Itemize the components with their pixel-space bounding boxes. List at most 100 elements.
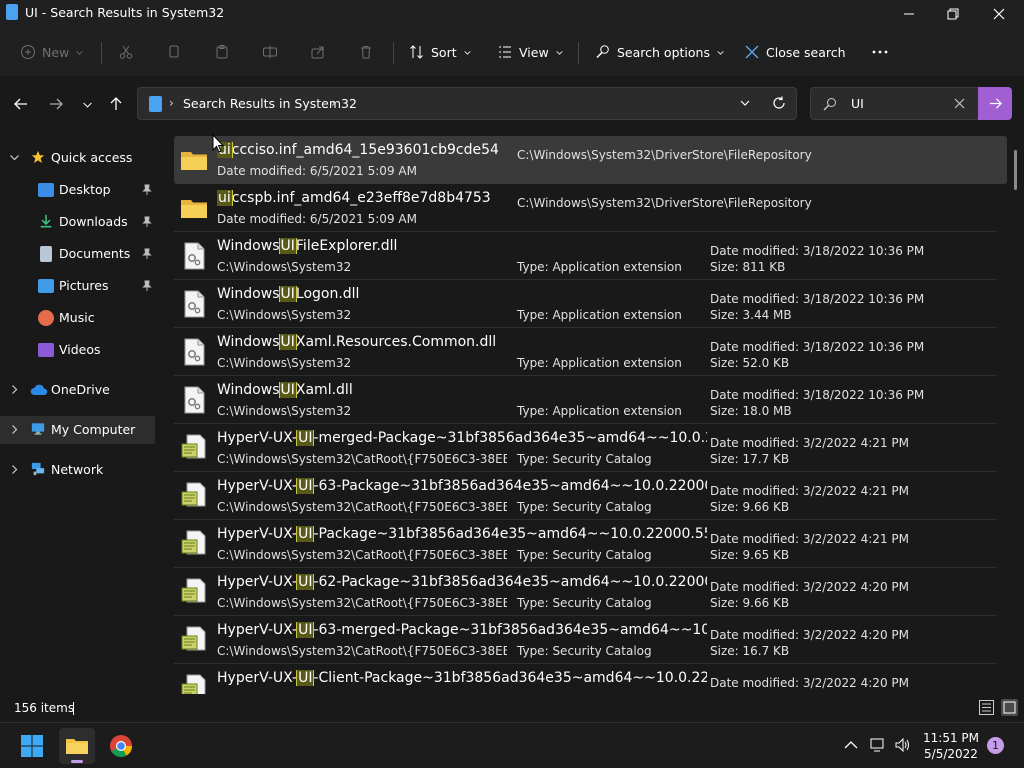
pin-icon[interactable]	[141, 280, 153, 292]
address-history-chevron-icon[interactable]	[739, 97, 751, 109]
sort-button[interactable]: Sort	[409, 39, 472, 65]
start-button[interactable]	[16, 730, 48, 762]
pin-icon[interactable]	[141, 248, 153, 260]
date-modified-label: Date modified:	[710, 244, 800, 258]
view-button[interactable]: View	[497, 39, 564, 65]
name-prefix: Windows	[217, 382, 280, 398]
chevron-down-icon[interactable]	[9, 152, 20, 163]
chevron-right-icon[interactable]	[9, 464, 20, 475]
security-catalog-icon	[181, 674, 206, 694]
rename-icon	[263, 46, 277, 58]
close-search-button[interactable]: Close search	[744, 39, 846, 65]
size-label: Size:	[710, 452, 739, 466]
rename-button[interactable]	[262, 39, 278, 65]
date-value: 3/18/2022 10:36 PM	[802, 244, 925, 258]
details-view-icon[interactable]	[979, 700, 994, 715]
type-label: Type:	[517, 548, 549, 562]
recent-locations-button[interactable]	[75, 92, 99, 116]
sidebar-item-desktop[interactable]: Desktop	[0, 176, 155, 204]
taskbar-file-explorer[interactable]	[59, 728, 95, 764]
cloud-icon	[30, 384, 48, 395]
result-size: Size: 18.0 MB	[710, 404, 792, 418]
taskbar-chrome[interactable]	[105, 730, 137, 762]
search-results-list: ui ccciso.inf_amd64_15e93601cb9cde54 Date …	[160, 132, 1024, 694]
date-value: 3/18/2022 10:36 PM	[802, 388, 925, 402]
vertical-scrollbar[interactable]	[1014, 150, 1017, 190]
result-date-modified: Date modified: 6/5/2021 5:09 AM	[217, 212, 507, 226]
search-input[interactable]: UI	[851, 96, 864, 111]
restore-button[interactable]	[930, 0, 976, 28]
network-tray-icon[interactable]	[870, 737, 886, 753]
type-value: Application extension	[552, 308, 682, 322]
chevron-right-icon[interactable]	[9, 424, 20, 435]
search-box[interactable]: UI	[810, 87, 1012, 120]
pin-icon[interactable]	[141, 216, 153, 228]
name-suffix: -Package~31bf3856ad364e35~amd64~~10.0.22…	[313, 526, 707, 542]
notification-badge[interactable]: 1	[987, 737, 1004, 754]
copy-button[interactable]	[166, 39, 182, 65]
sidebar-item-label: My Computer	[51, 422, 136, 437]
result-row[interactable]: HyperV-UX-UI-Package~31bf3856ad364e35~am…	[174, 520, 997, 568]
result-name: HyperV-UX-UI-Client-Package~31bf3856ad36…	[217, 670, 707, 686]
forward-button[interactable]	[44, 92, 68, 116]
scissors-icon	[119, 45, 133, 59]
result-row[interactable]: HyperV-UX-UI-62-Package~31bf3856ad364e35…	[174, 568, 997, 616]
refresh-icon[interactable]	[772, 96, 786, 110]
result-row[interactable]: uiccspb.inf_amd64_e23eff8e7d8b4753 Date m…	[174, 184, 997, 232]
result-row[interactable]: HyperV-UX-UI-63-merged-Package~31bf3856a…	[174, 616, 997, 664]
toolbar-divider	[578, 42, 579, 64]
breadcrumb-separator[interactable]: ›	[331, 96, 336, 110]
size-value: 9.65 KB	[742, 548, 790, 562]
name-prefix: HyperV-UX-	[217, 430, 298, 446]
sidebar-item-label: Desktop	[59, 182, 111, 197]
result-row[interactable]: WindowsUIXaml.dll C:\Windows\System32 Type…	[174, 376, 997, 424]
volume-icon[interactable]	[894, 737, 910, 753]
minimize-button[interactable]	[886, 0, 932, 28]
delete-button[interactable]	[358, 39, 374, 65]
up-button[interactable]	[104, 92, 128, 116]
sidebar-item-videos[interactable]: Videos	[0, 336, 155, 364]
search-match-highlight: ui	[217, 190, 233, 206]
result-row[interactable]: WindowsUIXaml.Resources.Common.dll C:\Win…	[174, 328, 997, 376]
chevron-up-icon[interactable]	[843, 737, 859, 753]
sidebar-item-quick-access[interactable]: Quick access	[0, 144, 155, 172]
new-button[interactable]: New	[20, 39, 84, 65]
close-button[interactable]	[976, 0, 1022, 28]
type-value: Security Catalog	[552, 500, 652, 514]
chevron-right-icon[interactable]	[9, 384, 20, 395]
result-row[interactable]: HyperV-UX-UI-Client-Package~31bf3856ad36…	[174, 664, 997, 694]
sidebar-item-pictures[interactable]: Pictures	[0, 272, 155, 300]
tiles-view-button[interactable]	[1001, 699, 1018, 716]
cut-button[interactable]	[118, 39, 134, 65]
more-options-button[interactable]	[872, 39, 888, 65]
result-row[interactable]: HyperV-UX-UI-merged-Package~31bf3856ad36…	[174, 424, 997, 472]
sidebar-item-my-computer[interactable]: My Computer	[0, 416, 155, 444]
pin-icon[interactable]	[141, 184, 153, 196]
search-go-button[interactable]	[978, 87, 1012, 120]
clock[interactable]: 11:51 PM 5/5/2022	[910, 730, 992, 762]
address-bar[interactable]: › Search Results in System32 ›	[137, 87, 797, 120]
result-size: Size: 16.7 KB	[710, 644, 789, 658]
folder-icon	[181, 152, 207, 170]
copy-icon	[169, 45, 179, 58]
clear-search-icon[interactable]	[954, 98, 965, 109]
sidebar-item-documents[interactable]: Documents	[0, 240, 155, 268]
sidebar-item-music[interactable]: Music	[0, 304, 155, 332]
result-row[interactable]: HyperV-UX-UI-63-Package~31bf3856ad364e35…	[174, 472, 997, 520]
share-button[interactable]	[310, 39, 326, 65]
size-value: 9.66 KB	[742, 596, 790, 610]
search-options-button[interactable]: Search options	[595, 39, 725, 65]
result-row[interactable]: WindowsUIFileExplorer.dll C:\Windows\Syst…	[174, 232, 997, 280]
paste-button[interactable]	[214, 39, 230, 65]
sidebar-item-onedrive[interactable]: OneDrive	[0, 376, 155, 404]
result-row[interactable]: WindowsUILogon.dll C:\Windows\System32 Typ…	[174, 280, 997, 328]
result-location: C:\Windows\System32\CatRoot\{F750E6C3-38…	[217, 596, 507, 610]
sidebar-item-network[interactable]: Network	[0, 456, 155, 484]
sidebar-item-downloads[interactable]: Downloads	[0, 208, 155, 236]
result-row[interactable]: uiccciso.inf_amd64_15e93601cb9cde54 Date …	[174, 136, 1007, 184]
search-match-highlight: UI	[296, 430, 315, 446]
date-modified-label: Date modified:	[710, 436, 800, 450]
search-match-highlight: UI	[278, 334, 297, 350]
back-button[interactable]	[9, 92, 33, 116]
chevron-down-icon	[464, 50, 471, 55]
